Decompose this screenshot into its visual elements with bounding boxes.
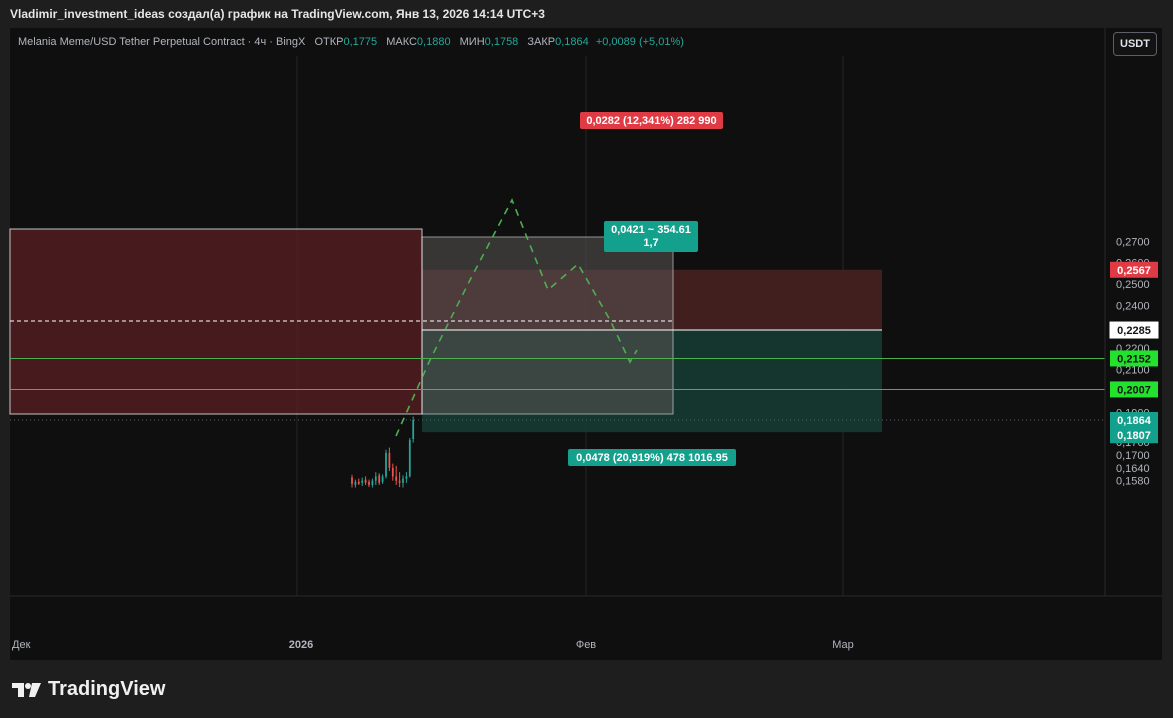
change-value: +0,0089 (+5,01%): [595, 36, 684, 48]
candle-body: [374, 476, 377, 481]
candle-body: [378, 475, 381, 483]
lower-level-badge: 0,2007: [1117, 384, 1151, 396]
candle-body: [391, 467, 394, 477]
open-value: 0,1775: [343, 36, 378, 48]
candle-body: [364, 479, 367, 483]
brand-name: TradingView: [48, 678, 166, 700]
x-tick-label: Мар: [832, 639, 854, 651]
tradingview-brand[interactable]: TradingView: [12, 678, 165, 701]
target-price-badge: 0,1807: [1117, 430, 1151, 442]
candle-body: [354, 481, 357, 485]
y-tick-label: 0,1700: [1116, 450, 1150, 462]
candle-body: [368, 481, 370, 485]
open-label: ОТКР: [314, 36, 344, 48]
entry-price-badge: 0,2285: [1117, 325, 1151, 337]
stop-price-badge: 0,2567: [1117, 265, 1151, 277]
x-tick-label: Фев: [576, 639, 596, 651]
candle-body: [351, 477, 353, 484]
upper-level-badge: 0,2152: [1117, 353, 1151, 365]
tradingview-logo-icon: [12, 682, 41, 697]
y-tick-label: 0,2400: [1116, 300, 1150, 312]
footer-bar: [0, 660, 1173, 718]
projection-box: [421, 236, 674, 415]
risk-reward-label: 0,0421 ~ 354.61: [611, 224, 691, 236]
candle-body: [381, 476, 384, 482]
close-label: ЗАКР: [527, 36, 556, 48]
low-label: МИН: [459, 36, 485, 48]
currency-button[interactable]: USDT: [1113, 32, 1157, 56]
candle-body: [385, 452, 387, 477]
candle-body: [402, 478, 404, 483]
price-chart[interactable]: 0,0282 (12,341%) 282 990 0,0421 ~ 354.611…: [0, 0, 1173, 718]
y-tick-label: 0,1640: [1116, 463, 1150, 475]
current-price-badge: 0,1864: [1117, 415, 1152, 427]
candle-body: [357, 481, 360, 484]
target-distance-label: 0,0478 (20,919%) 478 1016.95: [576, 452, 728, 464]
candle-body: [388, 452, 391, 468]
symbol-title: Melania Meme/USD Tether Perpetual Contra…: [18, 36, 306, 48]
candle-body: [408, 440, 411, 477]
candle-body: [412, 420, 415, 440]
x-tick-label: Дек: [12, 639, 31, 651]
close-value: 0,1864: [555, 36, 589, 48]
high-value: 0,1880: [416, 36, 451, 48]
high-label: МАКС: [386, 36, 417, 48]
candle-body: [361, 480, 364, 483]
y-tick-label: 0,2700: [1116, 236, 1150, 248]
candle-body: [398, 480, 401, 483]
stop-distance-label: 0,0282 (12,341%) 282 990: [586, 115, 716, 127]
candle-body: [405, 476, 408, 479]
y-tick-label: 0,2500: [1116, 279, 1150, 291]
risk-reward-label: 1,7: [643, 237, 658, 249]
candle-body: [395, 476, 398, 481]
symbol-legend: Melania Meme/USD Tether Perpetual Contra…: [18, 36, 684, 48]
x-tick-label: 2026: [289, 639, 313, 651]
y-tick-label: 0,1580: [1116, 476, 1150, 488]
low-value: 0,1758: [484, 36, 519, 48]
candle-body: [371, 480, 374, 485]
